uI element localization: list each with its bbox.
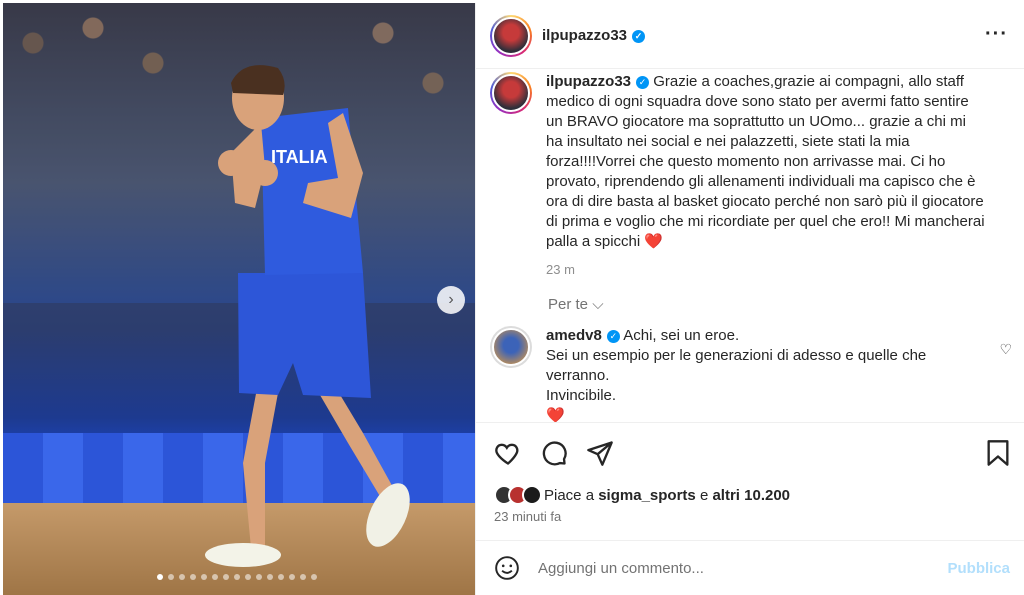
carousel-dot xyxy=(179,574,185,580)
carousel-next-button[interactable]: › xyxy=(437,286,465,314)
post-header: ilpupazzo33 ✓ ··· xyxy=(476,3,1024,69)
share-icon[interactable] xyxy=(586,439,614,467)
avatar[interactable] xyxy=(490,14,532,57)
carousel-dot xyxy=(278,574,284,580)
likes-summary[interactable]: Piace a sigma_sports e altri 10.200 xyxy=(494,485,790,505)
carousel-dot xyxy=(201,574,207,580)
caption-text: Grazie a coaches,grazie ai compagni, all… xyxy=(546,73,985,250)
heart-emoji: ❤️ xyxy=(644,233,664,250)
comment-line-3: Invincibile. xyxy=(546,387,617,404)
carousel-dot xyxy=(289,574,295,580)
chevron-down-icon: ⌵ xyxy=(592,296,604,313)
comment-line-1: Achi, sei un eroe. xyxy=(623,327,740,344)
carousel-dot xyxy=(234,574,240,580)
carousel-dot xyxy=(157,574,163,580)
post-photo[interactable]: ITALIA › xyxy=(3,3,475,595)
more-options-button[interactable]: ··· xyxy=(985,23,1008,46)
carousel-dot xyxy=(212,574,218,580)
carousel-indicator xyxy=(157,574,317,580)
per-te-dropdown[interactable]: Per te ⌵ xyxy=(548,296,604,313)
heart-emoji: ❤️ xyxy=(546,407,565,422)
verified-badge-icon: ✓ xyxy=(606,330,620,343)
post-actions: Piace a sigma_sports e altri 10.200 23 m… xyxy=(476,422,1024,540)
author-username[interactable]: ilpupazzo33 ✓ xyxy=(542,27,646,44)
carousel-dot xyxy=(267,574,273,580)
carousel-dot xyxy=(300,574,306,580)
comment-username[interactable]: amedv8 xyxy=(546,327,602,344)
comments-scroll-area[interactable]: ilpupazzo33 ✓ Grazie a coaches,grazie ai … xyxy=(476,70,1024,422)
comment-icon[interactable] xyxy=(540,439,568,467)
svg-text:ITALIA: ITALIA xyxy=(271,147,328,167)
caption-comment: ilpupazzo33 ✓ Grazie a coaches,grazie ai … xyxy=(490,72,986,280)
bookmark-icon[interactable] xyxy=(986,439,1010,467)
caption-age: 23 m xyxy=(546,262,575,277)
heart-icon[interactable] xyxy=(494,439,522,467)
caption-username[interactable]: ilpupazzo33 xyxy=(546,73,631,90)
basketball-player-figure: ITALIA xyxy=(205,65,410,567)
comment-item: amedv8 ✓ Achi, sei un eroe. Sei un esempi… xyxy=(490,326,986,422)
likes-user[interactable]: sigma_sports xyxy=(598,487,696,504)
add-comment-bar: Pubblica xyxy=(476,540,1024,595)
carousel-dot xyxy=(245,574,251,580)
carousel-dot xyxy=(256,574,262,580)
likes-connector: e xyxy=(699,486,709,504)
publish-button[interactable]: Pubblica xyxy=(947,560,1010,577)
carousel-dot xyxy=(168,574,174,580)
emoji-icon[interactable] xyxy=(494,555,520,581)
carousel-dot xyxy=(311,574,317,580)
likes-prefix: Piace a xyxy=(544,486,595,504)
comment-like-heart-icon[interactable]: ♡ xyxy=(999,341,1012,358)
verified-badge-icon: ✓ xyxy=(636,76,650,89)
post-detail-panel: ilpupazzo33 ✓ ··· ilpupazzo33 ✓ Grazie a c… xyxy=(475,3,1024,595)
verified-badge-icon: ✓ xyxy=(632,30,646,43)
likes-others[interactable]: altri 10.200 xyxy=(712,487,790,504)
avatar[interactable] xyxy=(490,72,532,114)
avatar[interactable] xyxy=(490,326,532,368)
posted-time: 23 minuti fa xyxy=(494,509,562,524)
comment-input[interactable] xyxy=(538,559,918,577)
comment-line-2: Sei un esempio per le generazioni di ade… xyxy=(546,347,927,384)
chevron-right-icon: › xyxy=(448,291,454,308)
carousel-dot xyxy=(190,574,196,580)
liker-avatars xyxy=(494,485,542,505)
carousel-dot xyxy=(223,574,229,580)
